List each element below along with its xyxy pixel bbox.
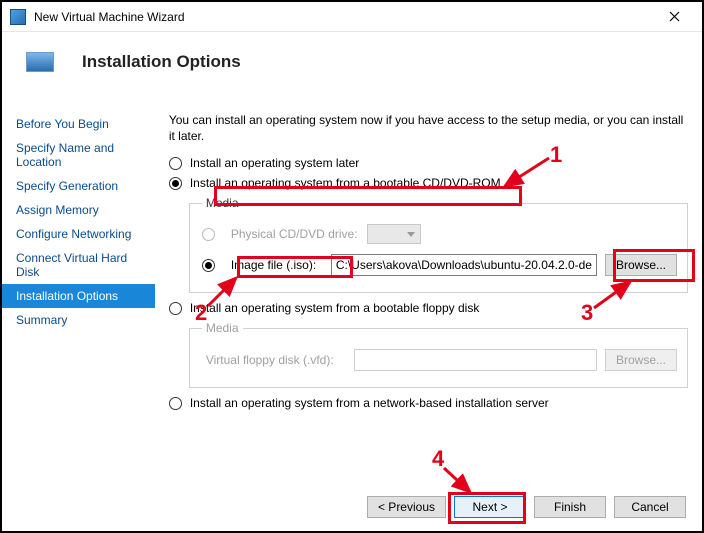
app-icon bbox=[10, 9, 26, 25]
sidebar-item-configure-networking[interactable]: Configure Networking bbox=[2, 222, 155, 246]
media-floppy-group: Media Virtual floppy disk (.vfd): Browse… bbox=[189, 321, 688, 388]
close-icon[interactable] bbox=[654, 3, 694, 31]
sidebar-item-assign-memory[interactable]: Assign Memory bbox=[2, 198, 155, 222]
radio-image-file[interactable] bbox=[202, 259, 215, 272]
browse-iso-button[interactable]: Browse... bbox=[605, 254, 677, 276]
media-cd-legend: Media bbox=[202, 196, 243, 210]
physical-drive-label: Physical CD/DVD drive: bbox=[231, 227, 359, 241]
media-floppy-legend: Media bbox=[202, 321, 243, 335]
server-icon bbox=[26, 52, 54, 72]
image-file-label: Image file (.iso): bbox=[231, 258, 323, 272]
wizard-footer: < Previous Next > Finish Cancel bbox=[2, 483, 702, 531]
sidebar-item-connect-vhd[interactable]: Connect Virtual Hard Disk bbox=[2, 246, 155, 284]
radio-install-floppy-label: Install an operating system from a boota… bbox=[190, 301, 480, 315]
radio-install-cd[interactable] bbox=[169, 177, 182, 190]
radio-install-floppy[interactable] bbox=[169, 302, 182, 315]
wizard-header: Installation Options bbox=[2, 32, 702, 88]
radio-install-network[interactable] bbox=[169, 397, 182, 410]
window-title: New Virtual Machine Wizard bbox=[34, 10, 654, 24]
radio-install-later[interactable] bbox=[169, 157, 182, 170]
sidebar-item-before-you-begin[interactable]: Before You Begin bbox=[2, 112, 155, 136]
vfd-path-input bbox=[354, 349, 597, 371]
titlebar: New Virtual Machine Wizard bbox=[2, 2, 702, 32]
browse-vfd-button: Browse... bbox=[605, 349, 677, 371]
radio-physical-drive bbox=[202, 228, 215, 241]
media-cd-group: Media Physical CD/DVD drive: Image file … bbox=[189, 196, 688, 293]
finish-button[interactable]: Finish bbox=[534, 496, 606, 518]
wizard-window: New Virtual Machine Wizard Installation … bbox=[0, 0, 704, 533]
cancel-button[interactable]: Cancel bbox=[614, 496, 686, 518]
previous-button[interactable]: < Previous bbox=[367, 496, 446, 518]
physical-drive-combo bbox=[367, 224, 421, 244]
intro-text: You can install an operating system now … bbox=[169, 112, 688, 144]
sidebar-item-installation-options[interactable]: Installation Options bbox=[2, 284, 155, 308]
radio-install-network-label: Install an operating system from a netwo… bbox=[190, 396, 549, 410]
sidebar-item-specify-name[interactable]: Specify Name and Location bbox=[2, 136, 155, 174]
page-title: Installation Options bbox=[82, 52, 241, 72]
sidebar-item-specify-generation[interactable]: Specify Generation bbox=[2, 174, 155, 198]
radio-install-later-label: Install an operating system later bbox=[190, 156, 359, 170]
sidebar-item-summary[interactable]: Summary bbox=[2, 308, 155, 332]
next-button[interactable]: Next > bbox=[454, 496, 526, 518]
wizard-content: You can install an operating system now … bbox=[155, 94, 702, 483]
vfd-label: Virtual floppy disk (.vfd): bbox=[206, 353, 346, 367]
wizard-steps-sidebar: Before You Begin Specify Name and Locati… bbox=[2, 94, 155, 483]
radio-install-cd-label: Install an operating system from a boota… bbox=[190, 176, 501, 190]
image-file-path-input[interactable]: C:\Users\akova\Downloads\ubuntu-20.04.2.… bbox=[331, 254, 597, 276]
